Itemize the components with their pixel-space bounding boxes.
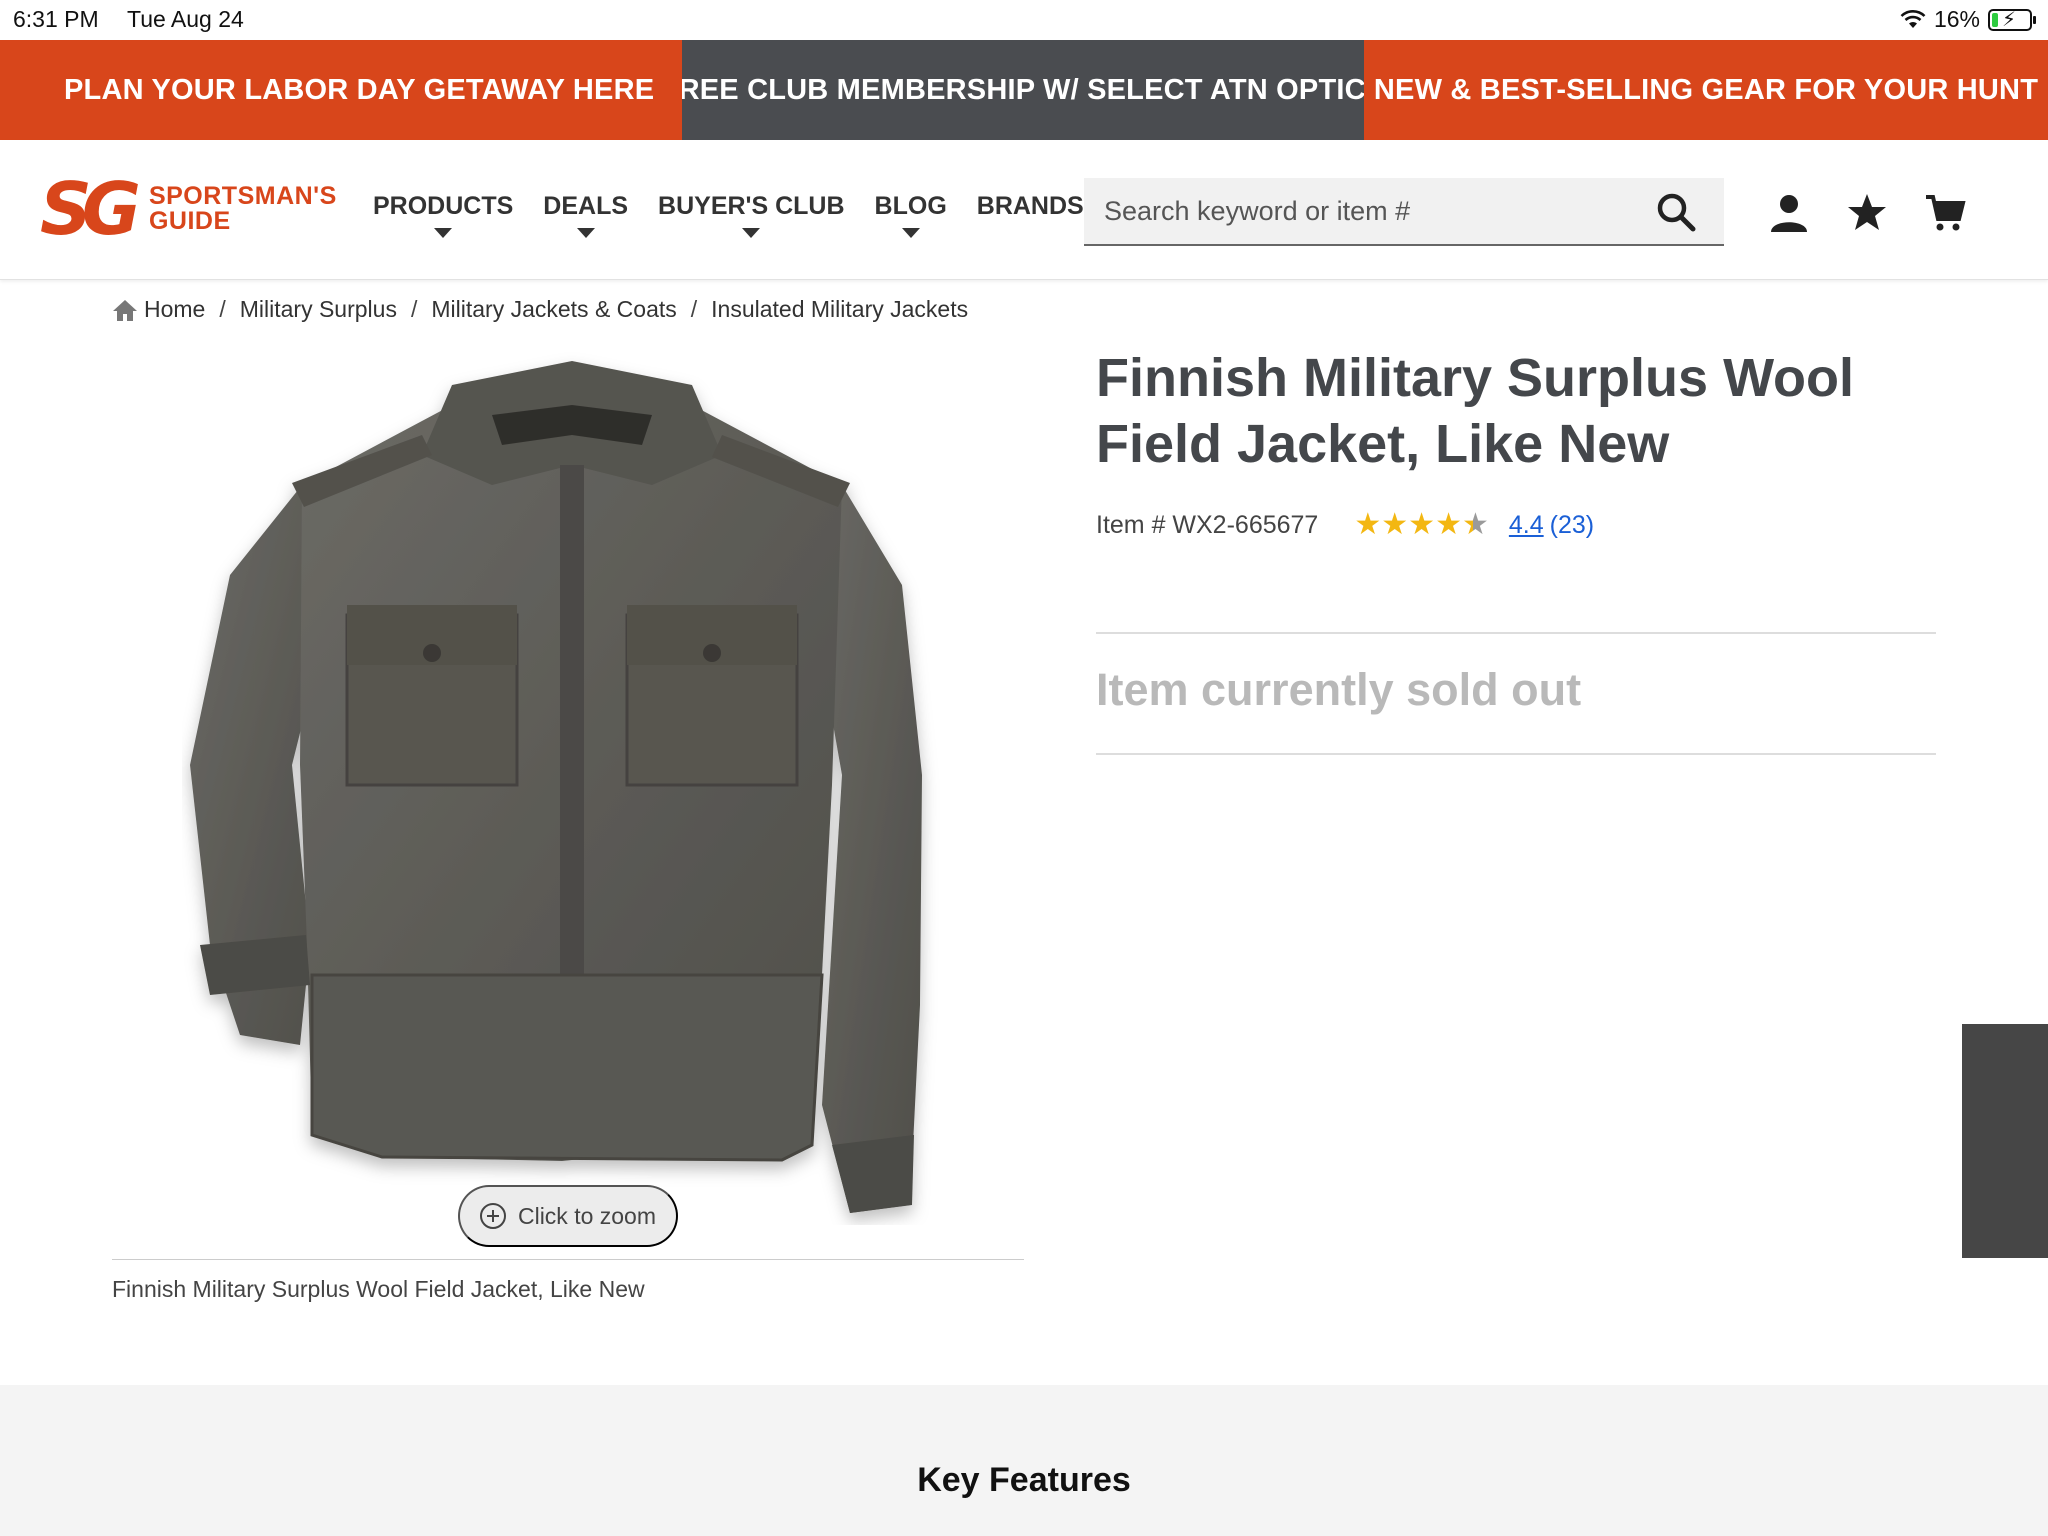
breadcrumb: Home / Military Surplus / Military Jacke… — [112, 296, 968, 323]
promo-hunt-gear-link[interactable]: NEW & BEST-SELLING GEAR FOR YOUR HUNT — [1364, 40, 2048, 140]
breadcrumb-insulated-jackets[interactable]: Insulated Military Jackets — [711, 296, 968, 323]
breadcrumb-military-jackets[interactable]: Military Jackets & Coats — [431, 296, 676, 323]
star-icon: ★ — [1381, 508, 1409, 541]
review-count-link[interactable]: (23) — [1550, 511, 1594, 540]
logo-line2: GUIDE — [148, 207, 231, 235]
battery-icon: ⚡ — [1988, 8, 2036, 31]
charging-bolt-icon: ⚡ — [2002, 8, 2017, 31]
breadcrumb-home[interactable]: Home — [144, 296, 205, 323]
promo-atn-optics-link[interactable]: FREE CLUB MEMBERSHIP W/ SELECT ATN OPTIC… — [682, 40, 1364, 140]
nav-products[interactable]: PRODUCTS — [373, 192, 514, 238]
status-time: 6:31 PM — [13, 6, 99, 32]
divider — [1096, 753, 1936, 755]
logo-wordmark: SPORTSMAN'S GUIDE — [149, 184, 337, 234]
click-to-zoom-button[interactable]: Click to zoom — [458, 1185, 678, 1247]
nav-blog[interactable]: BLOG — [874, 192, 947, 238]
zoom-plus-icon — [479, 1203, 506, 1229]
nav-products-label: PRODUCTS — [373, 192, 514, 220]
main-nav: PRODUCTS DEALS BUYER'S CLUB BLOG BRANDS — [373, 192, 1114, 238]
star-icon: ★ — [1354, 508, 1382, 541]
item-number: Item # WX2-665677 — [1096, 510, 1319, 539]
nav-buyers-club-label: BUYER'S CLUB — [658, 192, 845, 220]
key-features-heading: Key Features — [917, 1461, 1131, 1499]
logo-mark: SG — [40, 167, 141, 251]
search-bar — [1084, 178, 1724, 246]
logo-line1: SPORTSMAN'S — [148, 182, 337, 210]
breadcrumb-separator: / — [219, 296, 226, 322]
site-header: SG SPORTSMAN'S GUIDE PRODUCTS DEALS BUYE… — [0, 140, 2048, 280]
star-icon: ★ — [1435, 508, 1462, 541]
key-features-section: Key Features — [0, 1385, 2048, 1536]
search-input[interactable] — [1084, 195, 1644, 227]
status-bar: 6:31 PM Tue Aug 24 16% ⚡ — [0, 0, 2048, 40]
nav-brands-label: BRANDS — [976, 192, 1084, 220]
cart-icon[interactable] — [1924, 192, 1966, 234]
image-caption: Finnish Military Surplus Wool Field Jack… — [112, 1276, 645, 1302]
sold-out-status: Item currently sold out — [1096, 664, 1582, 715]
divider — [1096, 632, 1936, 634]
rating-value-link[interactable]: 4.4 — [1509, 511, 1544, 540]
nav-buyers-club[interactable]: BUYER'S CLUB — [658, 192, 845, 238]
breadcrumb-separator: / — [410, 296, 418, 322]
rating-stars[interactable]: ★ ★ ★ ★ ★ — [1354, 510, 1489, 540]
battery-fill — [1992, 12, 1998, 27]
product-title: Finnish Military Surplus Wool Field Jack… — [1096, 348, 1855, 474]
product-image[interactable] — [182, 345, 962, 1225]
wishlist-star-icon[interactable] — [1846, 192, 1888, 234]
wifi-icon — [1900, 9, 1926, 28]
promo-banner: PLAN YOUR LABOR DAY GETAWAY HERE FREE CL… — [0, 40, 2048, 140]
battery-percent: 16% — [1933, 6, 1980, 32]
nav-blog-label: BLOG — [874, 192, 947, 220]
account-icon[interactable] — [1768, 192, 1810, 234]
chevron-down-icon — [434, 228, 453, 238]
status-date: Tue Aug 24 — [127, 6, 244, 32]
search-icon[interactable] — [1656, 192, 1696, 232]
zoom-label: Click to zoom — [517, 1202, 657, 1229]
product-meta: Item # WX2-665677 ★ ★ ★ ★ ★ 4.4 (23) — [1096, 510, 1594, 540]
chevron-down-icon — [742, 228, 761, 238]
home-icon — [113, 299, 137, 321]
site-logo[interactable]: SG SPORTSMAN'S GUIDE — [40, 167, 337, 251]
chevron-down-icon — [901, 228, 920, 238]
breadcrumb-separator: / — [690, 296, 698, 322]
promo-labor-day-link[interactable]: PLAN YOUR LABOR DAY GETAWAY HERE — [0, 40, 682, 140]
nav-deals-label: DEALS — [543, 192, 629, 220]
breadcrumb-military-surplus[interactable]: Military Surplus — [240, 296, 397, 323]
nav-deals[interactable]: DEALS — [543, 192, 629, 238]
star-partial-icon: ★ — [1461, 508, 1489, 541]
header-actions — [1768, 192, 1966, 234]
product-image-area: Click to zoom — [112, 345, 1024, 1260]
star-icon: ★ — [1408, 508, 1436, 541]
side-feedback-tab[interactable] — [1962, 1024, 2048, 1258]
nav-brands[interactable]: BRANDS — [977, 192, 1084, 221]
chevron-down-icon — [576, 228, 595, 238]
status-right: 16% ⚡ — [1900, 6, 2036, 33]
